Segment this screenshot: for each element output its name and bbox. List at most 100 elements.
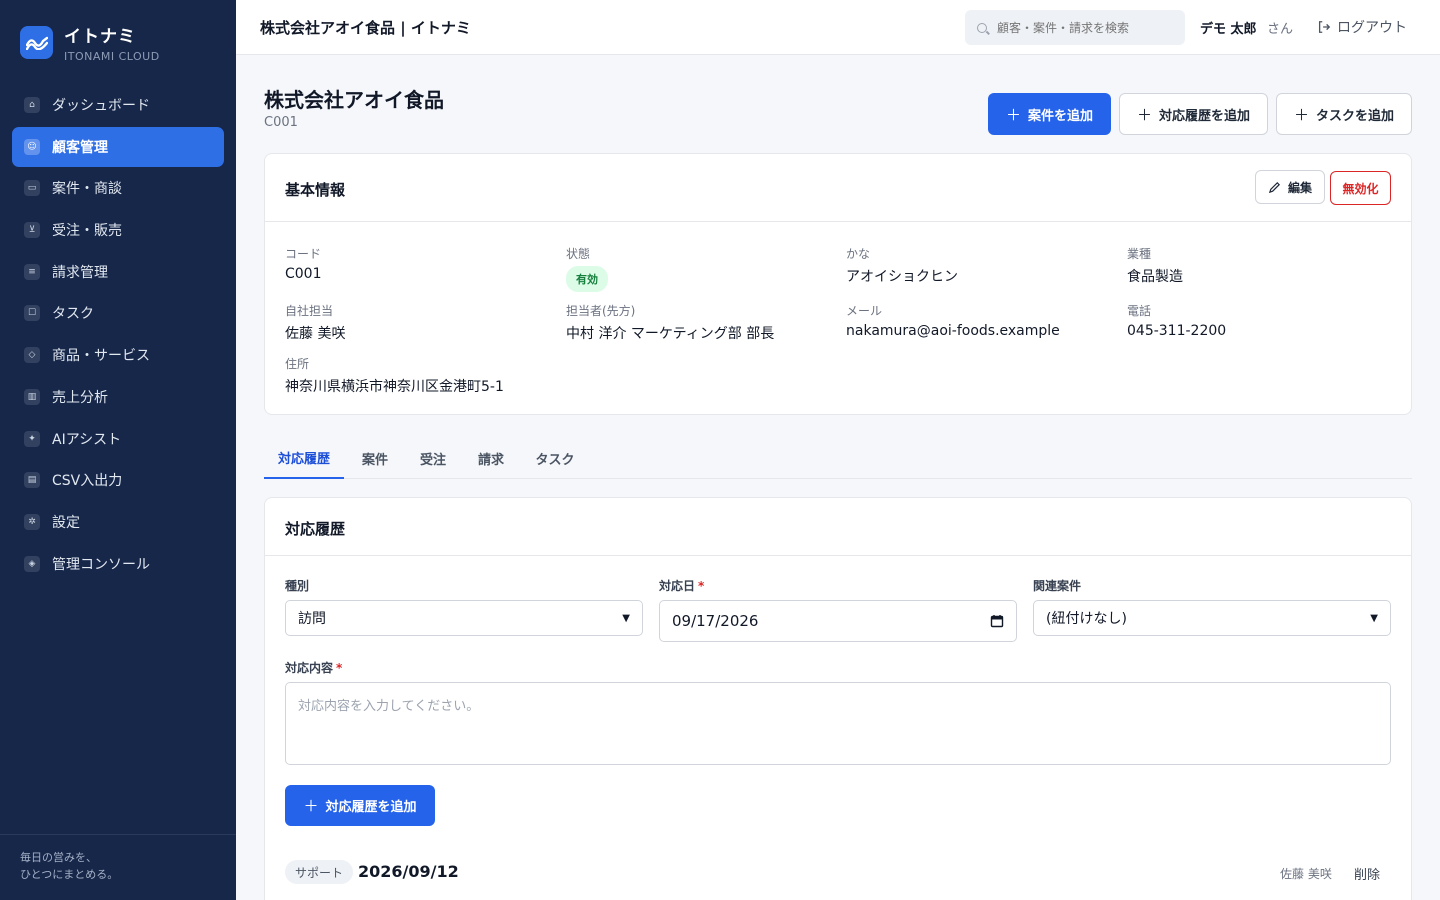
sidebar-item-label: 設定 xyxy=(52,514,80,531)
logout-label: ログアウト xyxy=(1337,20,1407,36)
search-input[interactable] xyxy=(997,20,1177,35)
field-label: 自社担当 xyxy=(285,304,334,318)
chevron-down-icon: ▼ xyxy=(1370,612,1378,624)
type-value: 訪問 xyxy=(298,611,326,627)
logout-button[interactable]: ログアウト xyxy=(1317,17,1407,37)
sidebar-item-dashboard[interactable]: ⌂ ダッシュボード xyxy=(12,85,224,125)
logout-icon xyxy=(1318,21,1331,33)
user-name: デモ 太郎 xyxy=(1200,22,1257,37)
add-task-button[interactable]: ＋ タスクを追加 xyxy=(1276,93,1412,135)
field-value: 中村 洋介 マーケティング部 部長 xyxy=(566,326,775,342)
delete-history-button[interactable]: 削除 xyxy=(1354,864,1380,883)
sidebar-tagline-1: 毎日の営みを、 xyxy=(20,851,97,864)
submit-history-button[interactable]: ＋ 対応履歴を追加 xyxy=(285,785,435,826)
add-task-label: タスクを追加 xyxy=(1316,108,1395,124)
tab-deals[interactable]: 案件 xyxy=(352,438,398,479)
gear-icon: ✲ xyxy=(24,513,40,530)
sidebar-item-label: 受注・販売 xyxy=(52,223,122,240)
field-label: 担当者(先方) xyxy=(566,304,636,318)
related-deal-select[interactable]: (紐付けなし) ▼ xyxy=(1033,600,1391,636)
pencil-icon xyxy=(1268,181,1280,193)
users-icon: ☺ xyxy=(24,138,40,155)
search-icon xyxy=(977,22,987,33)
sidebar-item-label: 顧客管理 xyxy=(52,139,108,156)
topbar-title: 株式会社アオイ食品 | イトナミ xyxy=(260,19,471,37)
date-value: 09/17/2026 xyxy=(672,612,759,630)
date-input[interactable]: 09/17/2026 xyxy=(659,600,1017,642)
chevron-down-icon: ▼ xyxy=(622,612,630,624)
field-value: 045-311-2200 xyxy=(1127,323,1227,339)
content-textarea[interactable]: 対応内容を入力してください。 xyxy=(285,682,1391,765)
home-icon: ⌂ xyxy=(24,97,40,113)
tab-invoices[interactable]: 請求 xyxy=(468,438,514,479)
type-select[interactable]: 訪問 ▼ xyxy=(285,600,643,636)
page-title: 株式会社アオイ食品 xyxy=(264,88,444,112)
field-industry: 業種 食品製造 xyxy=(1127,245,1183,286)
field-email: メール nakamura@aoi-foods.example xyxy=(846,302,1060,339)
sidebar-item-customers[interactable]: ☺ 顧客管理 xyxy=(12,126,224,167)
clipboard-icon: ☐ xyxy=(24,305,40,322)
brand[interactable]: イトナミ ITONAMI CLOUD xyxy=(20,22,160,63)
field-value: 食品製造 xyxy=(1127,269,1183,285)
sidebar-footer: 毎日の営みを、 ひとつにまとめる。 xyxy=(0,834,236,900)
tab-orders[interactable]: 受注 xyxy=(410,438,456,479)
edit-button[interactable]: 編集 xyxy=(1255,170,1325,204)
required-mark: * xyxy=(698,579,705,593)
field-address: 住所 神奈川県横浜市神奈川区金港町5-1 xyxy=(285,355,504,396)
basic-info-card: 基本情報 編集 無効化 コード C001 状態 有効 かな アオイショクヒン 業… xyxy=(264,153,1412,415)
history-title: 対応履歴 xyxy=(285,520,346,538)
sidebar-item-orders[interactable]: ⊻ 受注・販売 xyxy=(12,210,224,250)
bar-chart-icon: ▥ xyxy=(24,388,40,405)
add-history-button[interactable]: ＋ 対応履歴を追加 xyxy=(1119,93,1268,135)
sidebar-item-products[interactable]: ◇ 商品・サービス xyxy=(12,335,224,375)
sidebar-item-admin[interactable]: ◈ 管理コンソール xyxy=(12,544,224,584)
box-icon: ◇ xyxy=(24,347,40,364)
calendar-icon[interactable] xyxy=(990,614,1004,628)
briefcase-icon: ▭ xyxy=(24,180,40,197)
sidebar-item-settings[interactable]: ✲ 設定 xyxy=(12,502,224,542)
sidebar-item-label: CSV入出力 xyxy=(52,473,123,490)
sidebar-item-tasks[interactable]: ☐ タスク xyxy=(12,293,224,333)
add-deal-button[interactable]: ＋ 案件を追加 xyxy=(988,93,1111,135)
history-user: 佐藤 美咲 xyxy=(1280,867,1332,881)
field-owner: 自社担当 佐藤 美咲 xyxy=(285,302,345,343)
plus-icon: ＋ xyxy=(1136,105,1152,124)
add-deal-label: 案件を追加 xyxy=(1028,108,1094,124)
field-kana: かな アオイショクヒン xyxy=(846,245,958,286)
add-history-label: 対応履歴を追加 xyxy=(1159,108,1251,124)
sidebar-item-analytics[interactable]: ▥ 売上分析 xyxy=(12,377,224,417)
sidebar-item-label: 管理コンソール xyxy=(52,556,150,573)
sidebar-item-ai-assist[interactable]: ✦ AIアシスト xyxy=(12,419,224,459)
disable-button[interactable]: 無効化 xyxy=(1330,171,1391,205)
tab-tasks[interactable]: タスク xyxy=(530,438,580,479)
field-label: メール xyxy=(846,304,883,318)
date-label-text: 対応日 xyxy=(659,579,696,593)
sidebar-item-billing[interactable]: ≡ 請求管理 xyxy=(12,252,224,292)
search-box[interactable] xyxy=(965,10,1185,45)
basic-info-title: 基本情報 xyxy=(285,181,346,199)
sidebar-item-label: タスク xyxy=(52,306,94,323)
field-label: 電話 xyxy=(1127,304,1152,318)
user-honorific: さん xyxy=(1267,22,1294,37)
plus-icon: ＋ xyxy=(1293,105,1309,124)
field-label: 住所 xyxy=(285,357,310,371)
sidebar-item-csv[interactable]: ▤ CSV入出力 xyxy=(12,460,224,500)
sidebar: イトナミ ITONAMI CLOUD ⌂ ダッシュボード ☺ 顧客管理 ▭ 案件・商談… xyxy=(0,0,236,900)
field-status: 状態 有効 xyxy=(566,245,608,292)
field-value: アオイショクヒン xyxy=(846,269,958,285)
detail-tabs: 対応履歴 案件 受注 請求 タスク xyxy=(264,438,1412,479)
field-label: コード xyxy=(285,247,322,261)
cart-icon: ⊻ xyxy=(24,222,40,239)
brand-logo-icon xyxy=(20,26,53,59)
field-value: nakamura@aoi-foods.example xyxy=(846,323,1060,339)
content-label: 対応内容 * xyxy=(285,659,342,676)
field-value: C001 xyxy=(285,266,322,282)
sidebar-item-deals[interactable]: ▭ 案件・商談 xyxy=(12,168,224,208)
plus-icon: ＋ xyxy=(1005,105,1021,124)
field-contact: 担当者(先方) 中村 洋介 マーケティング部 部長 xyxy=(566,302,774,343)
sidebar-tagline-2: ひとつにまとめる。 xyxy=(20,868,119,881)
sidebar-item-label: 案件・商談 xyxy=(52,181,122,198)
edit-label: 編集 xyxy=(1287,180,1312,195)
sidebar-item-label: AIアシスト xyxy=(52,431,122,448)
tab-history[interactable]: 対応履歴 xyxy=(264,438,344,479)
